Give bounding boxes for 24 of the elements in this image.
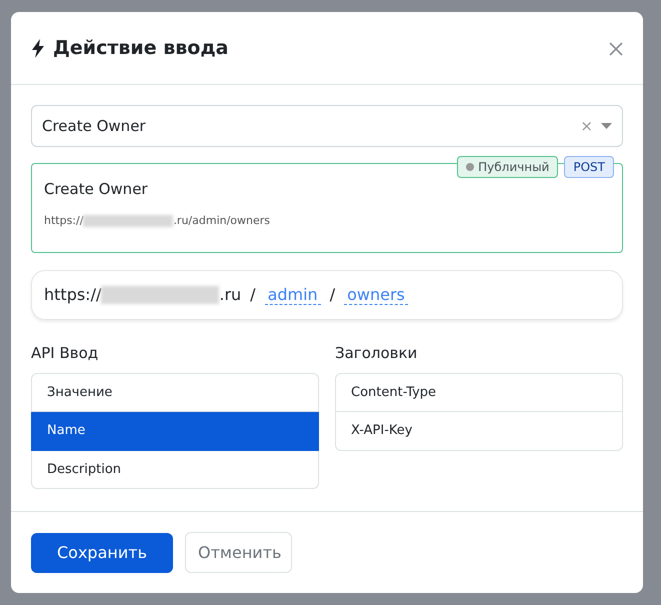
header-list-item[interactable]: Content-Type — [335, 372, 623, 412]
url-text: https:// — [44, 284, 102, 306]
path-segment-link[interactable]: admin — [264, 284, 321, 306]
visibility-badge: Публичный — [457, 156, 558, 178]
separator-text: / — [250, 284, 256, 306]
input-list-item[interactable]: Name — [31, 412, 319, 450]
lightning-icon — [31, 38, 45, 58]
input-list-item[interactable]: Значение — [31, 372, 319, 412]
input-list-item[interactable]: Description — [31, 450, 319, 489]
url-text: .ru — [219, 284, 242, 306]
section-heading: API Ввод — [31, 343, 100, 364]
cancel-button[interactable]: Отменить — [185, 532, 292, 573]
save-button[interactable]: Сохранить — [31, 532, 173, 572]
action-name: Create Owner — [44, 179, 149, 200]
separator-text: / — [330, 284, 336, 306]
action-select[interactable]: Create Owner × — [31, 105, 623, 147]
section-heading: Заголовки — [335, 343, 418, 364]
header-list-item[interactable]: X-API-Key — [335, 412, 623, 450]
path-segment-link[interactable]: owners — [344, 284, 408, 306]
method-badge: POST — [564, 156, 614, 178]
url-text: https:// — [44, 212, 84, 228]
url-text: .ru/admin/owners — [173, 212, 270, 228]
caret-icon — [601, 123, 612, 129]
modal-title: Действие ввода — [53, 36, 228, 60]
